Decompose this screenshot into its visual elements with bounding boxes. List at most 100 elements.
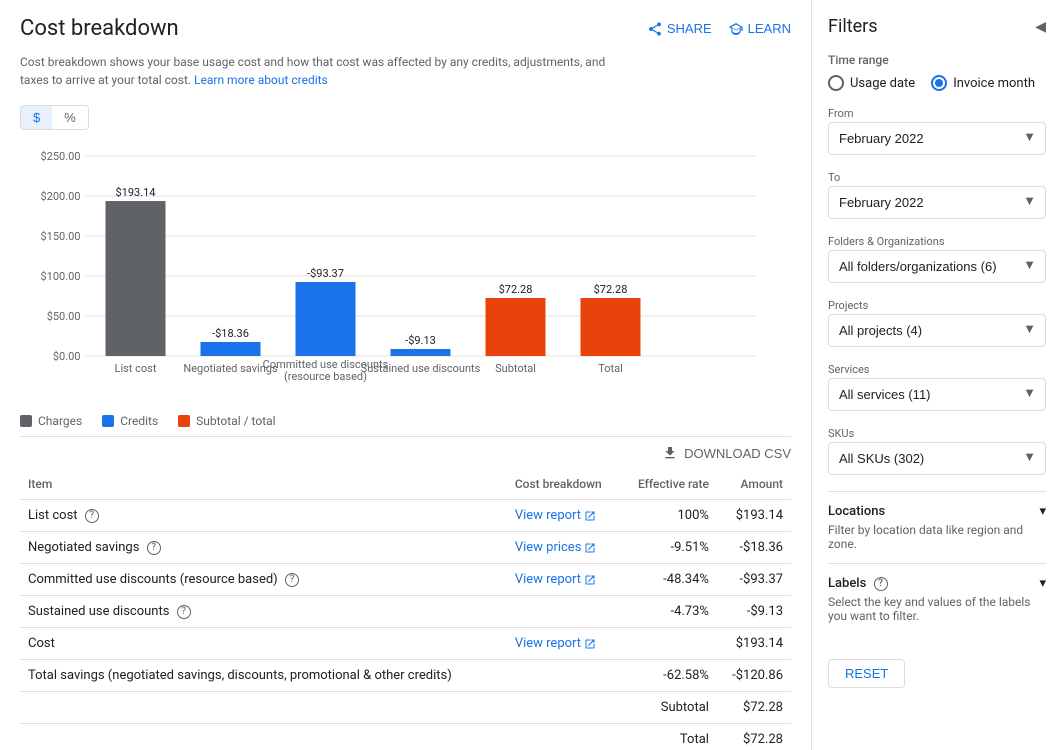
services-select[interactable]: All services (11) [828,378,1046,411]
svg-text:$250.00: $250.00 [41,150,81,163]
learn-more-link[interactable]: Learn more about credits [194,73,328,87]
svg-text:$100.00: $100.00 [41,270,81,283]
from-label: From [828,107,1046,120]
legend-subtotal: Subtotal / total [178,414,275,428]
bar-negotiated-savings [201,342,261,356]
breakdown-table: Item Cost breakdown Effective rate Amoun… [20,469,791,750]
to-select[interactable]: February 2022 [828,186,1046,219]
row-rate: -9.51% [621,532,717,564]
time-range-label: Time range [828,53,1046,67]
time-range-radio-group: Usage date Invoice month [828,75,1046,91]
bar-sustained-discounts [391,349,451,356]
subtotal-amount: $72.28 [717,692,791,724]
svg-text:List cost: List cost [115,362,157,375]
svg-text:(resource based): (resource based) [284,370,367,383]
external-link-icon [584,574,596,586]
projects-select-wrapper: Projects All projects (4) ▼ [828,299,1046,347]
row-rate: -48.34% [621,564,717,596]
col-header-item: Item [20,469,507,500]
download-csv-button[interactable]: DOWNLOAD CSV [662,445,791,461]
row-item: List cost ? [20,500,507,532]
download-row: DOWNLOAD CSV [20,445,791,461]
row-amount: -$18.36 [717,532,791,564]
percent-toggle[interactable]: % [52,106,88,129]
row-item: Committed use discounts (resource based)… [20,564,507,596]
row-amount: -$120.86 [717,660,791,692]
learn-button[interactable]: LEARN [728,21,791,37]
view-report-link[interactable]: View report [515,636,596,651]
sidebar-collapse-button[interactable]: ◀ [1035,18,1046,35]
table-row: List cost ? View report 100% $193.14 [20,500,791,532]
usage-date-radio[interactable]: Usage date [828,75,915,91]
view-report-link[interactable]: View report [515,508,596,523]
labels-description: Select the key and values of the labels … [828,595,1046,623]
table-row: Cost View report $193.14 [20,628,791,660]
invoice-month-circle [931,75,947,91]
sidebar-title: Filters ◀ [828,16,1046,37]
svg-text:$72.28: $72.28 [499,283,533,296]
total-label: Total [621,724,717,750]
external-link-icon [584,638,596,650]
learn-icon [728,21,744,37]
svg-text:Subtotal: Subtotal [495,362,536,375]
view-report-link[interactable]: View report [515,572,596,587]
bar-chart: $250.00 $200.00 $150.00 $100.00 $50.00 $… [20,146,791,386]
row-breakdown: View report [507,628,621,660]
sidebar: Filters ◀ Time range Usage date Invoice … [812,0,1062,750]
labels-header[interactable]: Labels ? ▾ [828,576,1046,591]
row-item: Cost [20,628,507,660]
description: Cost breakdown shows your base usage cos… [20,53,620,89]
share-button[interactable]: SHARE [647,21,712,37]
help-icon[interactable]: ? [285,573,299,587]
bar-list-cost [106,201,166,356]
subtotal-empty [20,692,621,724]
help-icon[interactable]: ? [147,541,161,555]
skus-select[interactable]: All SKUs (302) [828,442,1046,475]
projects-label: Projects [828,299,1046,312]
divider-1 [20,436,791,437]
locations-header[interactable]: Locations ▾ [828,504,1046,519]
svg-text:$72.28: $72.28 [594,283,628,296]
chart-container: $250.00 $200.00 $150.00 $100.00 $50.00 $… [20,146,791,406]
header-actions: SHARE LEARN [647,21,791,37]
help-icon[interactable]: ? [85,509,99,523]
radio-inner [935,79,943,87]
skus-label: SKUs [828,427,1046,440]
locations-section: Locations ▾ Filter by location data like… [828,491,1046,563]
row-breakdown [507,660,621,692]
bar-total [581,298,641,356]
table-row: Committed use discounts (resource based)… [20,564,791,596]
projects-select[interactable]: All projects (4) [828,314,1046,347]
share-icon [647,21,663,37]
skus-section: SKUs All SKUs (302) ▼ [828,427,1046,475]
total-empty [20,724,621,750]
folders-select[interactable]: All folders/organizations (6) [828,250,1046,283]
svg-text:$150.00: $150.00 [41,230,81,243]
dollar-toggle[interactable]: $ [21,106,52,129]
locations-label: Locations [828,504,885,519]
table-row: Negotiated savings ? View prices -9.51% … [20,532,791,564]
legend-credits: Credits [102,414,158,428]
download-label: DOWNLOAD CSV [684,446,791,461]
bar-subtotal [486,298,546,356]
labels-title-group: Labels ? [828,576,888,591]
col-header-breakdown: Cost breakdown [507,469,621,500]
total-row: Total $72.28 [20,724,791,750]
usage-date-circle [828,75,844,91]
folders-label: Folders & Organizations [828,235,1046,248]
view-prices-link[interactable]: View prices [515,540,597,555]
row-rate: -62.58% [621,660,717,692]
row-breakdown: View report [507,500,621,532]
invoice-month-radio[interactable]: Invoice month [931,75,1035,91]
labels-help-icon[interactable]: ? [874,577,888,591]
from-select[interactable]: February 2022 [828,122,1046,155]
svg-text:$193.14: $193.14 [116,186,156,199]
row-amount: $193.14 [717,500,791,532]
reset-button[interactable]: RESET [828,659,905,688]
svg-text:Total: Total [598,362,623,375]
row-amount: $193.14 [717,628,791,660]
folders-select-wrapper: Folders & Organizations All folders/orga… [828,235,1046,283]
legend-charges: Charges [20,414,82,428]
help-icon[interactable]: ? [177,605,191,619]
to-select-wrapper: To February 2022 ▼ [828,171,1046,219]
